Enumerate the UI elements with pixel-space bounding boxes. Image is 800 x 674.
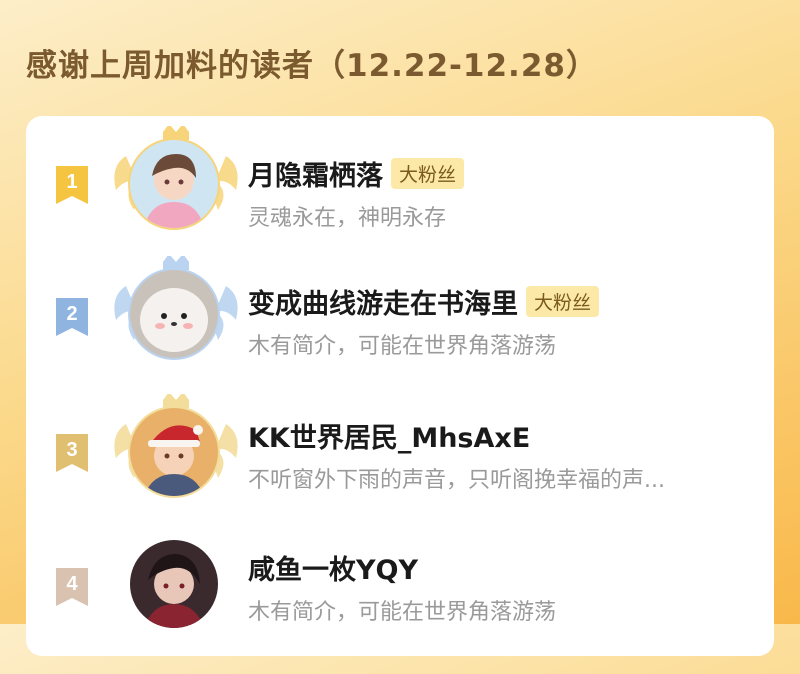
reader-name[interactable]: 变成曲线游走在书海里 大粉丝	[248, 282, 600, 321]
avatar[interactable]	[130, 408, 218, 496]
reader-list-card: 1 月隐霜栖落 大粉丝 灵魂永在，神明永存 2 变成曲线游走在书海里 大粉丝 木…	[26, 116, 774, 656]
list-item[interactable]: 3 KK世界居民_MhsAxE 不听窗外下雨的声音，只听阁挽幸福的声...	[26, 394, 774, 534]
avatar-frame	[108, 394, 244, 504]
avatar[interactable]	[130, 140, 218, 228]
list-item[interactable]: 2 变成曲线游走在书海里 大粉丝 木有简介，可能在世界角落游荡	[26, 256, 774, 394]
white-puppy-avatar-icon	[130, 270, 218, 358]
fan-badge: 大粉丝	[391, 158, 465, 189]
list-item[interactable]: 1 月隐霜栖落 大粉丝 灵魂永在，神明永存	[26, 126, 774, 256]
rank-badge-4: 4	[52, 566, 92, 608]
avatar-frame	[108, 526, 244, 636]
list-item[interactable]: 4 咸鱼一枚YQY 木有简介，可能在世界角落游荡	[26, 540, 774, 674]
reader-name[interactable]: KK世界居民_MhsAxE	[248, 416, 530, 455]
reader-bio: 木有简介，可能在世界角落游荡	[248, 334, 557, 359]
avatar[interactable]	[130, 270, 218, 358]
rank-badge-2: 2	[52, 296, 92, 338]
christmas-hat-avatar-icon	[130, 408, 218, 496]
avatar[interactable]	[130, 540, 218, 628]
dark-anime-avatar-icon	[130, 540, 218, 628]
reader-name[interactable]: 月隐霜栖落 大粉丝	[248, 154, 465, 193]
page-title: 感谢上周加料的读者（12.22-12.28）	[26, 48, 598, 84]
reader-name[interactable]: 咸鱼一枚YQY	[248, 548, 418, 587]
anime-boy-avatar-icon	[130, 140, 218, 228]
avatar-frame	[108, 126, 244, 236]
avatar-frame	[108, 256, 244, 366]
reader-bio: 不听窗外下雨的声音，只听阁挽幸福的声...	[248, 468, 665, 493]
fan-badge: 大粉丝	[526, 286, 600, 317]
rank-badge-3: 3	[52, 432, 92, 474]
reader-bio: 木有简介，可能在世界角落游荡	[248, 600, 557, 625]
rank-badge-1: 1	[52, 164, 92, 206]
reader-bio: 灵魂永在，神明永存	[248, 206, 447, 231]
